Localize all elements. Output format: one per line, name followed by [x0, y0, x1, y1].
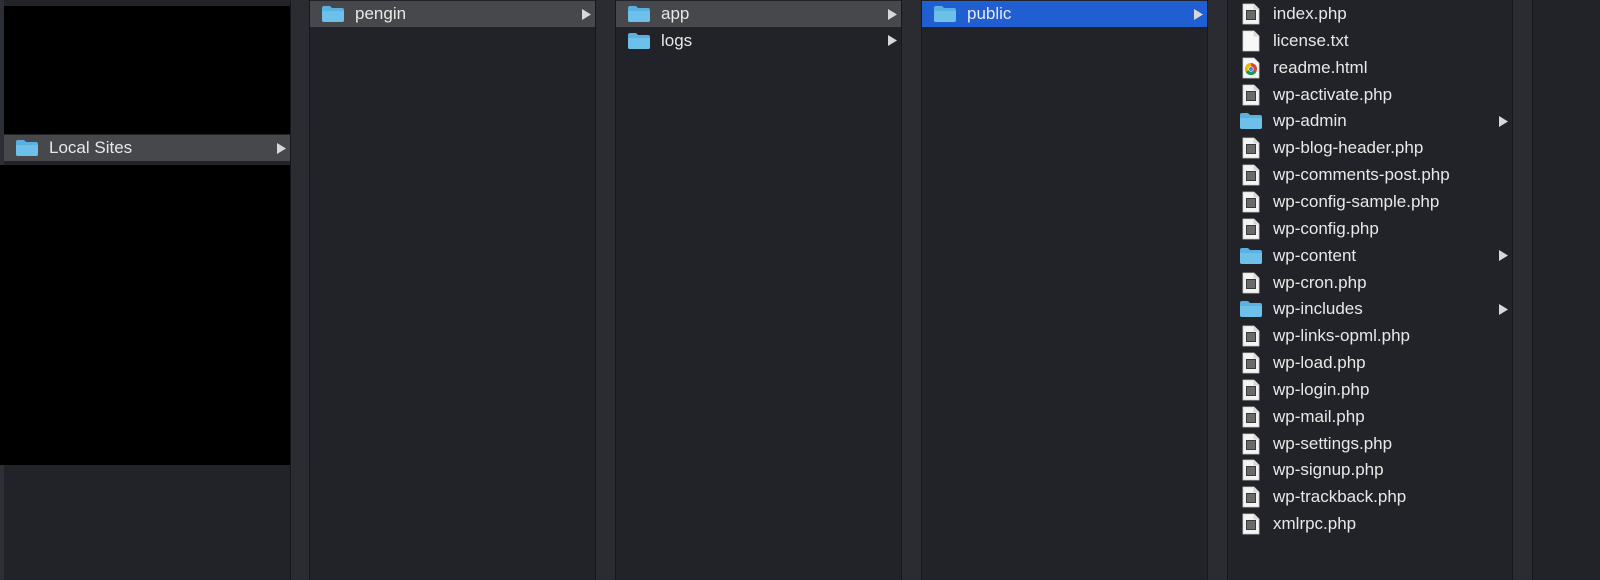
folder-icon: [626, 30, 652, 52]
item-label: wp-config-sample.php: [1273, 191, 1440, 211]
chevron-right-icon: [581, 8, 591, 20]
chevron-right-icon: [1498, 303, 1508, 315]
item-label: public: [967, 4, 1012, 23]
list-item-wp-activate-php[interactable]: wp-activate.php: [1228, 82, 1512, 108]
php-file-icon: [1238, 3, 1264, 25]
php-file-icon: [1238, 352, 1264, 374]
php-file-icon: [1238, 272, 1264, 294]
list-item-wp-signup-php[interactable]: wp-signup.php: [1228, 457, 1512, 483]
item-label: wp-activate.php: [1273, 84, 1393, 104]
list-item-wp-content[interactable]: wp-content: [1228, 243, 1512, 269]
list-item-wp-load-php[interactable]: wp-load.php: [1228, 350, 1512, 376]
redacted-region-top: [4, 6, 297, 134]
list-item-wp-includes[interactable]: wp-includes: [1228, 296, 1512, 322]
item-label: wp-blog-header.php: [1273, 138, 1424, 158]
chevron-right-icon: [1498, 115, 1508, 127]
php-file-icon: [1238, 379, 1264, 401]
item-label: wp-signup.php: [1273, 460, 1384, 480]
item-label: pengin: [355, 4, 407, 23]
list-item-wp-blog-header-php[interactable]: wp-blog-header.php: [1228, 135, 1512, 161]
item-label: wp-links-opml.php: [1273, 326, 1410, 346]
item-label: wp-mail.php: [1273, 406, 1365, 426]
column-app[interactable]: public: [922, 0, 1207, 580]
column-pengin[interactable]: app logs: [616, 0, 901, 580]
column-local-sites[interactable]: pengin: [310, 0, 595, 580]
chevron-right-icon: [1498, 250, 1508, 262]
folder-icon: [14, 137, 40, 159]
list-item-wp-mail-php[interactable]: wp-mail.php: [1228, 404, 1512, 430]
list-item-public[interactable]: public: [922, 1, 1207, 27]
chrome-html-icon: [1238, 57, 1264, 79]
list-item-wp-cron-php[interactable]: wp-cron.php: [1228, 270, 1512, 296]
column-divider[interactable]: [290, 0, 310, 580]
list-item-wp-settings-php[interactable]: wp-settings.php: [1228, 431, 1512, 457]
php-file-icon: [1238, 164, 1264, 186]
item-label: wp-cron.php: [1273, 272, 1367, 292]
item-label: wp-includes: [1273, 299, 1363, 319]
item-label: logs: [661, 30, 693, 50]
list-item-app[interactable]: app: [616, 1, 901, 27]
column-divider[interactable]: [901, 0, 922, 580]
item-label: wp-content: [1273, 245, 1357, 265]
chevron-right-icon: [1193, 8, 1203, 20]
php-file-icon: [1238, 486, 1264, 508]
item-label: wp-trackback.php: [1273, 487, 1407, 507]
list-item-index-php[interactable]: index.php: [1228, 1, 1512, 27]
item-label: app: [661, 4, 690, 23]
folder-icon: [932, 3, 958, 25]
php-file-icon: [1238, 84, 1264, 106]
item-label: Local Sites: [49, 138, 133, 157]
item-label: readme.html: [1273, 57, 1368, 77]
php-file-icon: [1238, 137, 1264, 159]
item-label: xmlrpc.php: [1273, 514, 1357, 534]
item-label: license.txt: [1273, 30, 1349, 50]
list-item-xmlrpc-php[interactable]: xmlrpc.php: [1228, 511, 1512, 537]
chevron-right-icon: [887, 8, 897, 20]
folder-icon: [626, 3, 652, 25]
item-label: wp-comments-post.php: [1273, 165, 1450, 185]
folder-icon: [1238, 110, 1264, 132]
php-file-icon: [1238, 191, 1264, 213]
php-file-icon: [1238, 218, 1264, 240]
php-file-icon: [1238, 433, 1264, 455]
list-item-local-sites[interactable]: Local Sites: [4, 135, 290, 161]
item-label: wp-settings.php: [1273, 433, 1393, 453]
column-divider[interactable]: [595, 0, 616, 580]
list-item-wp-config-php[interactable]: wp-config.php: [1228, 216, 1512, 242]
finder-column-browser: Local Sites pengin app logs public index.…: [0, 0, 1600, 580]
item-label: wp-config.php: [1273, 218, 1379, 238]
redacted-region-bottom: [0, 165, 297, 465]
list-item-pengin[interactable]: pengin: [310, 1, 595, 27]
item-label: wp-load.php: [1273, 353, 1366, 373]
list-item-wp-admin[interactable]: wp-admin: [1228, 108, 1512, 134]
text-file-icon: [1238, 30, 1264, 52]
list-item-logs[interactable]: logs: [616, 28, 901, 54]
folder-icon: [1238, 245, 1264, 267]
item-label: index.php: [1273, 4, 1347, 23]
list-item-readme-html[interactable]: readme.html: [1228, 55, 1512, 81]
php-file-icon: [1238, 513, 1264, 535]
item-label: wp-admin: [1273, 111, 1347, 131]
php-file-icon: [1238, 325, 1264, 347]
item-label: wp-login.php: [1273, 379, 1370, 399]
column-divider[interactable]: [1512, 0, 1533, 580]
php-file-icon: [1238, 406, 1264, 428]
list-item-license-txt[interactable]: license.txt: [1228, 28, 1512, 54]
chevron-right-icon: [276, 142, 286, 154]
column-empty: [1533, 0, 1600, 580]
folder-icon: [320, 3, 346, 25]
chevron-right-icon: [887, 35, 897, 47]
column-divider[interactable]: [1207, 0, 1228, 580]
list-item-wp-comments-post-php[interactable]: wp-comments-post.php: [1228, 162, 1512, 188]
list-item-wp-login-php[interactable]: wp-login.php: [1228, 377, 1512, 403]
list-item-wp-links-opml-php[interactable]: wp-links-opml.php: [1228, 323, 1512, 349]
column-public[interactable]: index.php license.txt readme.html wp-activa…: [1228, 0, 1512, 580]
php-file-icon: [1238, 459, 1264, 481]
folder-icon: [1238, 298, 1264, 320]
list-item-wp-config-sample-php[interactable]: wp-config-sample.php: [1228, 189, 1512, 215]
list-item-wp-trackback-php[interactable]: wp-trackback.php: [1228, 484, 1512, 510]
